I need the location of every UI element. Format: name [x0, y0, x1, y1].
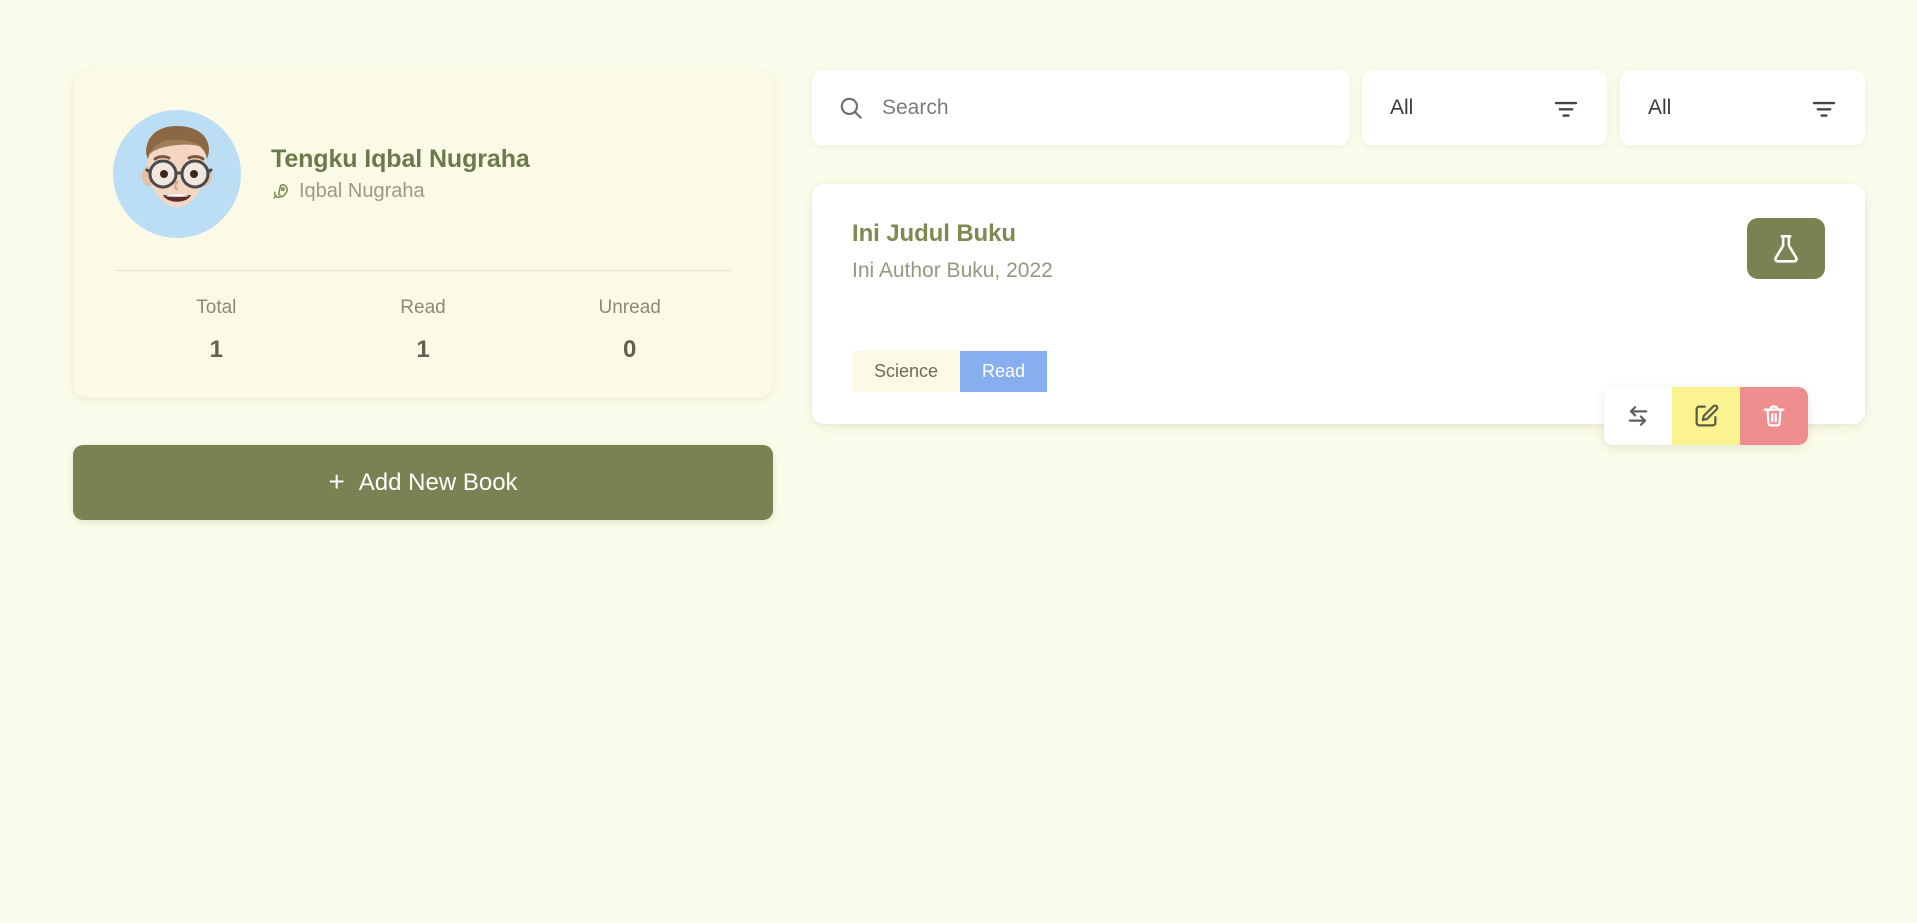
book-category-badge[interactable]	[1747, 218, 1825, 279]
rocket-icon	[271, 182, 290, 201]
status-filter-value: All	[1648, 95, 1672, 119]
stat-label: Total	[196, 297, 237, 318]
app-root: Tengku Iqbal Nugraha Iqbal Nugraha Total…	[0, 0, 1917, 923]
status-filter[interactable]: All	[1620, 70, 1865, 145]
book-author: Ini Author Buku, 2022	[852, 259, 1053, 282]
stat-unread: Unread 0	[526, 297, 733, 364]
profile-card: Tengku Iqbal Nugraha Iqbal Nugraha Total…	[73, 70, 773, 398]
book-action-group	[1604, 387, 1808, 445]
trash-icon	[1760, 402, 1788, 430]
book-list: Ini Judul Buku Ini Author Buku, 2022 Sci…	[812, 184, 1865, 445]
profile-name: Tengku Iqbal Nugraha	[271, 145, 530, 173]
add-new-book-button[interactable]: + Add New Book	[73, 445, 773, 520]
search-input[interactable]	[882, 95, 1323, 120]
profile-header: Tengku Iqbal Nugraha Iqbal Nugraha	[113, 110, 733, 270]
stat-read: Read 1	[320, 297, 527, 364]
book-title: Ini Judul Buku	[852, 220, 1016, 247]
flask-icon	[1769, 232, 1803, 266]
swap-arrows-icon	[1624, 402, 1652, 430]
book-category-tag[interactable]: Science	[852, 351, 961, 392]
profile-stats: Total 1 Read 1 Unread 0	[113, 271, 733, 364]
stat-label: Read	[400, 297, 446, 318]
edit-book-button[interactable]	[1672, 387, 1740, 445]
toggle-read-button[interactable]	[1604, 387, 1672, 445]
toolbar: All All	[812, 70, 1865, 145]
right-column: All All Ini Judul Buku Ini	[812, 70, 1865, 445]
avatar	[113, 110, 241, 238]
left-column: Tengku Iqbal Nugraha Iqbal Nugraha Total…	[73, 70, 773, 520]
stat-label: Unread	[598, 297, 661, 318]
category-filter-value: All	[1390, 95, 1414, 119]
book-tags: Science Read	[852, 351, 1048, 392]
book-card: Ini Judul Buku Ini Author Buku, 2022 Sci…	[812, 184, 1865, 445]
category-filter[interactable]: All	[1362, 70, 1607, 145]
pencil-square-icon	[1692, 402, 1720, 430]
plus-icon: +	[328, 465, 345, 497]
filter-icon	[1551, 93, 1581, 123]
search-icon	[838, 95, 864, 121]
filter-icon	[1809, 93, 1839, 123]
delete-book-button[interactable]	[1740, 387, 1808, 445]
book-status-tag[interactable]: Read	[960, 351, 1048, 392]
profile-text: Tengku Iqbal Nugraha Iqbal Nugraha	[271, 145, 530, 203]
search-box[interactable]	[812, 70, 1349, 145]
profile-username: Iqbal Nugraha	[299, 180, 425, 202]
stat-value: 1	[416, 336, 430, 363]
profile-username-row: Iqbal Nugraha	[271, 180, 530, 203]
stat-total: Total 1	[113, 297, 320, 364]
add-new-book-label: Add New Book	[358, 468, 518, 496]
stat-value: 0	[623, 336, 637, 363]
stat-value: 1	[209, 336, 224, 363]
